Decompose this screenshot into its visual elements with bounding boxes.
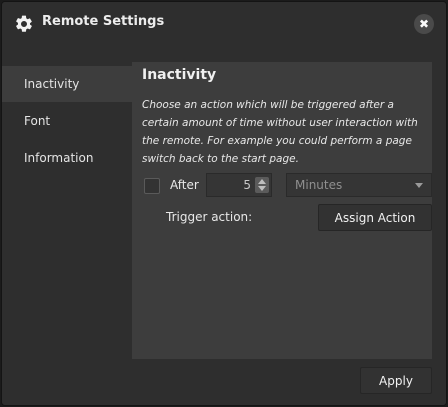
dialog-titlebar: Remote Settings ✖ — [2, 2, 446, 46]
settings-content-panel: Inactivity Choose an action which will b… — [132, 62, 432, 359]
apply-button[interactable]: Apply — [360, 367, 432, 394]
after-label: After — [170, 178, 199, 192]
settings-sidebar: Inactivity Font Information — [2, 66, 132, 405]
timeout-value[interactable]: 5 — [243, 178, 251, 192]
gear-icon — [16, 15, 32, 32]
sidebar-item-information[interactable]: Information — [2, 140, 132, 176]
spinner-up-icon[interactable] — [258, 179, 266, 184]
assign-action-button[interactable]: Assign Action — [318, 204, 432, 231]
dialog-title: Remote Settings — [42, 14, 165, 29]
time-unit-dropdown[interactable]: Minutes — [286, 173, 432, 197]
spinner-arrows-icon[interactable] — [255, 177, 269, 193]
timeout-spinner[interactable]: 5 — [206, 173, 272, 197]
section-title: Inactivity — [142, 67, 217, 83]
section-description: Choose an action which will be triggered… — [142, 99, 418, 165]
sidebar-item-label: Information — [24, 151, 94, 165]
dialog-footer: Apply — [132, 359, 446, 405]
trigger-action-label: Trigger action: — [166, 210, 253, 224]
remote-settings-dialog: Remote Settings ✖ Inactivity Font Inform… — [1, 1, 447, 406]
sidebar-item-label: Font — [24, 114, 51, 128]
close-icon: ✖ — [418, 17, 430, 31]
close-button[interactable]: ✖ — [414, 14, 434, 34]
sidebar-item-font[interactable]: Font — [2, 103, 132, 139]
time-unit-value: Minutes — [295, 178, 343, 192]
spinner-down-icon[interactable] — [258, 186, 266, 191]
chevron-down-icon — [415, 183, 423, 188]
sidebar-item-label: Inactivity — [24, 77, 80, 91]
sidebar-item-inactivity[interactable]: Inactivity — [2, 66, 132, 102]
after-checkbox[interactable] — [144, 178, 160, 194]
